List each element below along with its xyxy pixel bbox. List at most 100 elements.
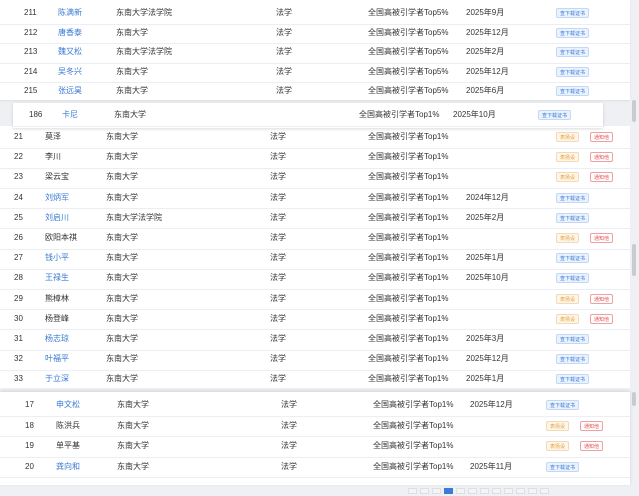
notify-button[interactable]: 通知他 xyxy=(590,293,614,304)
download-certificate-button[interactable]: 查下载证书 xyxy=(556,273,590,284)
download-certificate-button[interactable]: 查下载证书 xyxy=(546,400,580,410)
page-button[interactable] xyxy=(408,488,417,494)
page-button[interactable] xyxy=(528,488,537,494)
major-name: 法学 xyxy=(276,8,292,17)
page-button[interactable] xyxy=(480,488,489,494)
scholar-name: 陈洪兵 xyxy=(56,420,80,430)
scholar-name[interactable]: 申文松 xyxy=(56,395,80,415)
table-row: 30 杨登峰 东南大学 法学 全国高被引学者Top1% 表扬设 通知他 xyxy=(0,309,630,331)
download-certificate-button[interactable]: 查下载证书 xyxy=(556,253,590,264)
scholar-name[interactable]: 刘启川 xyxy=(45,208,69,228)
download-certificate-button[interactable]: 查下载证书 xyxy=(556,8,590,18)
row-number: 32 xyxy=(14,354,23,364)
notify-button[interactable]: 通知他 xyxy=(590,313,614,324)
download-certificate-button[interactable]: 查下载证书 xyxy=(556,27,590,38)
row-number: 21 xyxy=(14,132,23,141)
page-button[interactable] xyxy=(432,488,441,494)
notify-button[interactable]: 通知他 xyxy=(580,420,604,431)
praise-tag-button[interactable]: 表扬设 xyxy=(556,233,580,243)
notify-button[interactable]: 通知他 xyxy=(590,152,614,163)
download-certificate-button[interactable]: 查下载证书 xyxy=(538,110,572,120)
download-certificate-button[interactable]: 查下载证书 xyxy=(556,47,590,57)
praise-tag-button[interactable]: 表扬设 xyxy=(556,132,580,142)
notify-button[interactable]: 通知他 xyxy=(590,233,614,243)
scholar-name[interactable]: 龚向和 xyxy=(56,457,80,477)
praise-tag-button[interactable]: 表扬设 xyxy=(556,172,580,183)
scholar-name[interactable]: 陈满新 xyxy=(58,3,82,23)
praise-tag-button[interactable]: 表扬设 xyxy=(556,293,580,304)
table-row: 214 吴冬兴 东南大学 法学 全国高被引学者Top5% 2025年12月 查下载证书 xyxy=(0,62,630,83)
page-button[interactable] xyxy=(492,488,501,494)
page-button-current[interactable] xyxy=(444,488,453,494)
scholar-name[interactable]: 杨志琼 xyxy=(45,329,69,349)
award-date: 2025年12月 xyxy=(466,354,509,364)
page-button[interactable] xyxy=(420,488,429,494)
scholar-name: 熊樟林 xyxy=(45,293,69,303)
scrollbar-thumb[interactable] xyxy=(632,392,636,406)
praise-tag-button[interactable]: 表扬设 xyxy=(556,313,580,324)
download-certificate-button[interactable]: 查下载证书 xyxy=(556,212,590,223)
scholar-name[interactable]: 叶福平 xyxy=(45,349,69,369)
page-button[interactable] xyxy=(516,488,525,494)
row-number: 214 xyxy=(24,66,38,76)
download-certificate-button[interactable]: 查下载证书 xyxy=(556,334,590,344)
major-name: 法学 xyxy=(270,152,286,162)
table-row: 19 单平基 东南大学 法学 全国高被引学者Top1% 表扬设 通知他 xyxy=(0,436,630,458)
scholar-name: 梁云宝 xyxy=(45,172,69,182)
school-name: 东南大学法学院 xyxy=(116,47,172,56)
page-button[interactable] xyxy=(504,488,513,494)
notify-button[interactable]: 通知他 xyxy=(590,172,614,183)
scrollbar-thumb[interactable] xyxy=(632,100,636,122)
scholar-name[interactable]: 魏又松 xyxy=(58,42,82,62)
download-certificate-button[interactable]: 查下载证书 xyxy=(556,374,590,385)
scholar-name[interactable]: 刘炳军 xyxy=(45,188,69,208)
scholar-name[interactable]: 张远昊 xyxy=(58,81,82,100)
table-row: 24 刘炳军 东南大学 法学 全国高被引学者Top1% 2024年12月 查下载证书 xyxy=(0,188,630,210)
row-number: 211 xyxy=(24,8,37,17)
school-name: 东南大学 xyxy=(106,132,138,141)
row-number: 25 xyxy=(14,212,23,222)
rank-level: 全国高被引学者Top1% xyxy=(368,172,449,182)
notify-button[interactable]: 通知他 xyxy=(580,441,604,451)
page-button[interactable] xyxy=(468,488,477,494)
scholar-name[interactable]: 于立深 xyxy=(45,369,69,388)
pagination[interactable] xyxy=(408,487,628,494)
scholar-name[interactable]: 吴冬兴 xyxy=(58,62,82,82)
rank-level: 全国高被引学者Top1% xyxy=(373,420,454,430)
scholar-name: 欧阳本祺 xyxy=(45,233,77,242)
table-row: 211 陈满新 东南大学法学院 法学 全国高被引学者Top5% 2025年9月 查下载证书 xyxy=(0,3,630,25)
download-certificate-button[interactable]: 查下载证书 xyxy=(546,461,580,472)
download-certificate-button[interactable]: 查下载证书 xyxy=(556,192,590,203)
scholar-table-popup-row: 186 卡尼 东南大学 全国高被引学者Top1% 2025年10月 查下载证书 xyxy=(13,103,603,128)
school-name: 东南大学 xyxy=(106,273,138,283)
row-number: 213 xyxy=(24,47,38,56)
rank-level: 全国高被引学者Top5% xyxy=(368,47,449,56)
scholar-name[interactable]: 钱小平 xyxy=(45,248,69,268)
page-button[interactable] xyxy=(456,488,465,494)
school-name: 东南大学法学院 xyxy=(116,8,172,17)
scrollbar-thumb[interactable] xyxy=(632,244,636,276)
praise-tag-button[interactable]: 表扬设 xyxy=(546,420,570,431)
table-row: 28 王禄生 东南大学 法学 全国高被引学者Top1% 2025年10月 查下载证书 xyxy=(0,268,630,290)
download-certificate-button[interactable]: 查下载证书 xyxy=(556,66,590,77)
row-number: 28 xyxy=(14,273,23,283)
table-row: 21 莫泽 东南大学 法学 全国高被引学者Top1% 表扬设 通知他 xyxy=(0,127,630,149)
major-name: 法学 xyxy=(270,374,286,384)
award-date: 2025年11月 xyxy=(470,461,513,471)
scholar-name[interactable]: 王禄生 xyxy=(45,268,69,288)
download-certificate-button[interactable]: 查下载证书 xyxy=(556,354,590,365)
row-number: 22 xyxy=(14,152,23,162)
rank-level: 全国高被引学者Top1% xyxy=(359,110,440,119)
praise-tag-button[interactable]: 表扬设 xyxy=(546,441,570,451)
notify-button[interactable]: 通知他 xyxy=(590,132,614,142)
rank-level: 全国高被引学者Top5% xyxy=(368,66,449,76)
scholar-name[interactable]: 唐香泰 xyxy=(58,23,82,43)
rank-level: 全国高被引学者Top1% xyxy=(368,132,449,141)
scholar-name[interactable]: 卡尼 xyxy=(62,105,78,125)
row-number: 17 xyxy=(25,400,34,409)
page-button[interactable] xyxy=(540,488,549,494)
download-certificate-button[interactable]: 查下载证书 xyxy=(556,86,590,96)
praise-tag-button[interactable]: 表扬设 xyxy=(556,152,580,163)
major-name: 法学 xyxy=(270,212,286,222)
award-date: 2025年2月 xyxy=(466,212,505,222)
